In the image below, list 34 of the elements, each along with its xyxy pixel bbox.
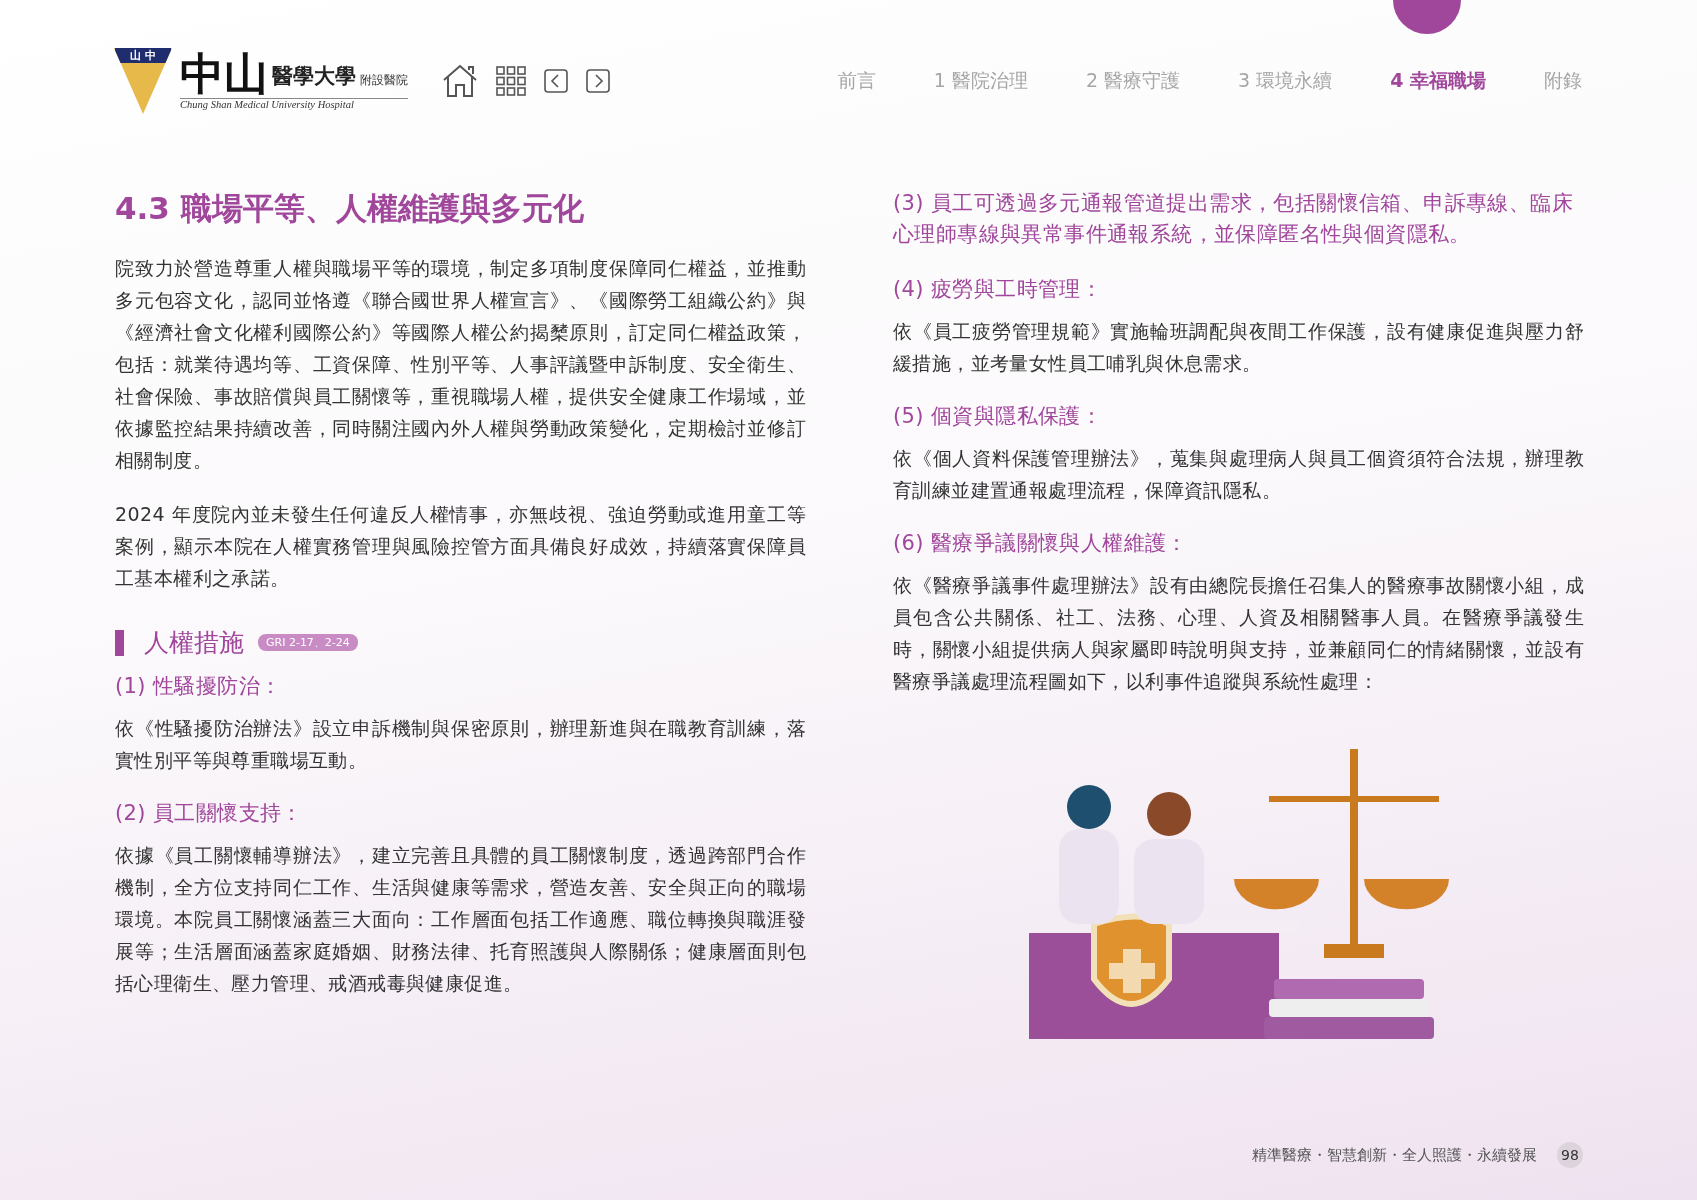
logo-suffix: 附設醫院 bbox=[360, 72, 408, 89]
nav-tab[interactable]: 2 醫療守護 bbox=[1027, 68, 1180, 94]
section-heading: (2) 員工關懷支持： bbox=[115, 800, 304, 827]
nav-tab[interactable]: 4 幸福職場 bbox=[1332, 68, 1486, 94]
logo-name: 中山 bbox=[180, 52, 268, 98]
body-paragraph: 依據《員工關懷輔導辦法》，建立完善且具體的員工關懷制度，透過跨部門合作機制，全方位支持同仁工作、生活與健康等需求，營造友善、安全與正向的職場環境。本院員工關懷涵蓋三大面向：工作層面包括工作適應、職位轉換與職涯發展等；生活層面涵蓋家庭婚姻、財務法律、托育照護與人際關係；健康層面則包括心理衛生、壓力管理、戒酒戒毒與健康促進。 bbox=[115, 843, 806, 996]
section-heading: (6) 醫療爭議關懷與人權維護： bbox=[893, 530, 1189, 557]
section-heading: (5) 個資與隱私保護： bbox=[893, 403, 1104, 430]
body-paragraph: 依《性騷擾防治辦法》設立申訴機制與保密原則，辦理新進與在職教育訓練，落實性別平等與尊重職場互動。 bbox=[115, 716, 806, 773]
section-marker bbox=[115, 629, 124, 656]
previous-icon[interactable] bbox=[544, 69, 568, 93]
body-paragraph: 依《個人資料保護管理辦法》，蒐集與處理病人與員工個資須符合法規，辦理教育訓練並建置通報處理流程，保障資訊隱私。 bbox=[893, 446, 1584, 503]
gri-tag: GRI 2-17、2-24 bbox=[258, 634, 358, 651]
section-heading: (3) 員工可透過多元通報管道提出需求，包括關懷信箱、申訴專線、臨床心理師專線與異常事件通報系統，並保障匿名性與個資隱私。 bbox=[893, 190, 1575, 248]
next-icon[interactable] bbox=[586, 69, 610, 93]
grid-icon[interactable] bbox=[496, 66, 526, 96]
home-icon[interactable] bbox=[442, 64, 478, 98]
nav-tab[interactable]: 1 醫院治理 bbox=[875, 68, 1028, 94]
section-heading: (4) 疲勞與工時管理： bbox=[893, 276, 1104, 303]
page-number: 98 bbox=[1557, 1142, 1583, 1168]
footer-slogan: 精準醫療・智慧創新・全人照護・永續發展 bbox=[1252, 1145, 1537, 1165]
nav-tab[interactable]: 3 環境永續 bbox=[1180, 68, 1333, 94]
body-paragraph: 依《員工疲勞管理規範》實施輪班調配與夜間工作保護，設有健康促進與壓力舒緩措施，並考量女性員工哺乳與休息需求。 bbox=[893, 319, 1584, 376]
emblem-text: 山 中 bbox=[115, 48, 171, 63]
body-paragraph: 院致力於營造尊重人權與職場平等的環境，制定多項制度保障同仁權益，並推動多元包容文化，認同並恪遵《聯合國世界人權宣言》、《國際勞工組織公約》與《經濟社會文化權利國際公約》等國際人權公約揭櫫原則，訂定同仁權益政策，包括：就業待遇均等、工資保障、性別平等、人事評議暨申訴制度、安全衛生、社會保險、事故賠償與員工關懷等，重視職場人權，提供安全健康工作場域，並依據監控結果持續改善，同時關注國內外人權與勞動政策變化，定期檢討並修訂相關制度。 bbox=[115, 256, 806, 473]
logo-english-name: Chung Shan Medical University Hospital bbox=[180, 99, 355, 110]
nav-tab[interactable]: 前言 bbox=[779, 68, 876, 94]
logo-name: 醫學大學 bbox=[272, 63, 356, 90]
nav-tab[interactable]: 附錄 bbox=[1486, 68, 1582, 94]
page-title: 4.3 職場平等、人權維護與多元化 bbox=[115, 189, 585, 228]
section-heading: (1) 性騷擾防治： bbox=[115, 673, 283, 700]
body-paragraph: 2024 年度院內並未發生任何違反人權情事，亦無歧視、強迫勞動或進用童工等案例，顯示本院在人權實務管理與風險控管方面具備良好成效，持續落實保障員工基本權利之承諾。 bbox=[115, 502, 806, 591]
body-paragraph: 依《醫療爭議事件處理辦法》設有由總院長擔任召集人的醫療事故關懷小組，成員包含公共關係、社工、法務、心理、人資及相關醫事人員。在醫療爭議發生時，關懷小組提供病人與家屬即時說明與支持，並兼顧同仁的情緒關懷，並設有醫療爭議處理流程圖如下，以利事件追蹤與系統性處理： bbox=[893, 573, 1584, 694]
subsection-title: 人權措施 bbox=[144, 627, 244, 659]
